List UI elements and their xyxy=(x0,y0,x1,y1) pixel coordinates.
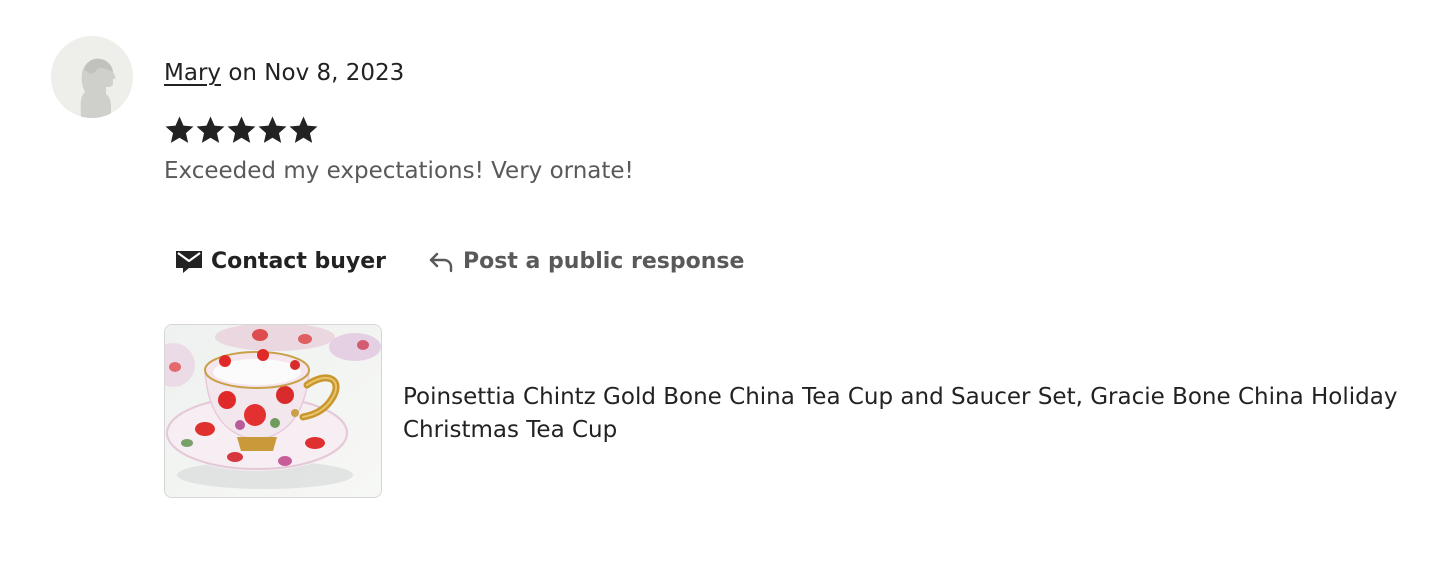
review-actions: Contact buyer Post a public response xyxy=(164,244,756,278)
product-thumbnail[interactable] xyxy=(164,324,382,498)
reviewer-avatar[interactable] xyxy=(51,36,133,118)
post-public-response-label: Post a public response xyxy=(463,248,745,274)
star-icon xyxy=(165,116,194,143)
envelope-chat-icon xyxy=(176,251,202,273)
contact-buyer-label: Contact buyer xyxy=(211,248,387,274)
star-icon xyxy=(227,116,256,143)
review-header: Mary on Nov 8, 2023 xyxy=(164,58,404,88)
star-rating xyxy=(164,114,319,146)
star-icon xyxy=(289,116,318,143)
teacup-image xyxy=(165,325,381,497)
review-date: on Nov 8, 2023 xyxy=(228,60,405,86)
star-icon xyxy=(196,116,225,143)
star-icon xyxy=(258,116,287,143)
reviewer-name-link[interactable]: Mary xyxy=(164,60,221,86)
reply-arrow-icon xyxy=(429,252,453,273)
user-silhouette-icon xyxy=(51,36,133,118)
review-text: Exceeded my expectations! Very ornate! xyxy=(164,158,634,184)
post-public-response-button[interactable]: Post a public response xyxy=(416,245,756,278)
contact-buyer-button[interactable]: Contact buyer xyxy=(164,244,398,278)
product-title-link[interactable]: Poinsettia Chintz Gold Bone China Tea Cu… xyxy=(403,381,1413,447)
